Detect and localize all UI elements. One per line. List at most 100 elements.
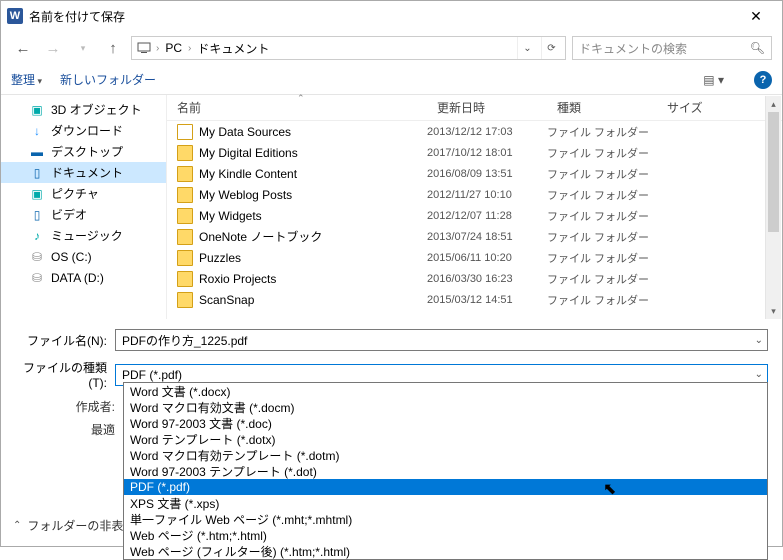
breadcrumb-pc[interactable]: PC — [163, 41, 184, 55]
file-date: 2013/07/24 18:51 — [427, 231, 547, 243]
sidebar-item[interactable]: ▯ ビデオ — [1, 204, 166, 225]
filetype-option[interactable]: XPS 文書 (*.xps) — [124, 495, 767, 511]
breadcrumb-documents[interactable]: ドキュメント — [195, 40, 271, 57]
nav-back-button[interactable]: ← — [11, 36, 35, 60]
sidebar-item-label: ダウンロード — [51, 122, 123, 139]
address-dropdown[interactable]: ⌄ — [517, 37, 537, 59]
file-type: ファイル フォルダー — [547, 208, 657, 224]
file-row[interactable]: My Digital Editions2017/10/12 18:01ファイル … — [167, 142, 782, 163]
sidebar-item[interactable]: ▯ドキュメント — [1, 162, 166, 183]
help-button[interactable]: ? — [754, 71, 772, 89]
filetype-option[interactable]: Word 97-2003 文書 (*.doc) — [124, 415, 767, 431]
file-row[interactable]: My Kindle Content2016/08/09 13:51ファイル フォ… — [167, 163, 782, 184]
file-date: 2016/03/30 16:23 — [427, 273, 547, 285]
column-date[interactable]: 更新日時 — [427, 99, 547, 116]
scroll-down-icon[interactable]: ▾ — [766, 303, 781, 319]
hide-folders-button[interactable]: フォルダーの非表示 — [27, 517, 135, 534]
column-name[interactable]: 名前 — [167, 99, 427, 116]
filetype-options-list: Word 文書 (*.docx)Word マクロ有効文書 (*.docm)Wor… — [123, 382, 768, 560]
scroll-up-icon[interactable]: ▴ — [766, 96, 781, 112]
refresh-button[interactable]: ⟳ — [541, 37, 561, 59]
chevron-up-icon[interactable]: ⌃ — [13, 520, 21, 531]
file-date: 2017/10/12 18:01 — [427, 147, 547, 159]
address-bar[interactable]: › PC › ドキュメント ⌄ ⟳ — [131, 36, 566, 60]
file-type: ファイル フォルダー — [547, 292, 657, 308]
sidebar: ▣ 3D オブジェクト ↓ダウンロード▬デスクトップ▯ドキュメント▣ピクチャ ▯ ビデオ… — [1, 95, 166, 319]
doc-icon: ▯ — [29, 165, 45, 181]
pc-icon — [136, 40, 152, 56]
search-input[interactable]: ドキュメントの検索 🔍︎ — [572, 36, 772, 60]
filetype-option[interactable]: 単一ファイル Web ページ (*.mht;*.mhtml) — [124, 511, 767, 527]
new-folder-button[interactable]: 新しいフォルダー — [60, 71, 156, 88]
folder-icon — [177, 229, 193, 245]
file-row[interactable]: My Weblog Posts2012/11/27 10:10ファイル フォルダ… — [167, 184, 782, 205]
file-name: My Weblog Posts — [199, 188, 427, 202]
file-date: 2013/12/12 17:03 — [427, 126, 547, 138]
drv-icon: ⛁ — [29, 249, 45, 265]
column-type[interactable]: 種類 — [547, 99, 657, 116]
filetype-option[interactable]: Web ページ (フィルター後) (*.htm;*.html) — [124, 543, 767, 559]
file-type: ファイル フォルダー — [547, 250, 657, 266]
folder-icon — [177, 124, 193, 140]
file-date: 2012/11/27 10:10 — [427, 189, 547, 201]
scroll-thumb[interactable] — [768, 112, 779, 232]
file-row[interactable]: ScanSnap2015/03/12 14:51ファイル フォルダー — [167, 289, 782, 310]
chevron-down-icon[interactable]: ⌄ — [755, 369, 763, 380]
folder-icon — [177, 187, 193, 203]
vid-icon: ▯ — [29, 207, 45, 223]
sidebar-item[interactable]: ▬デスクトップ — [1, 141, 166, 162]
file-date: 2015/03/12 14:51 — [427, 294, 547, 306]
cube-icon: ▣ — [29, 102, 45, 118]
file-type: ファイル フォルダー — [547, 166, 657, 182]
optimize-label: 最適 — [59, 421, 115, 438]
file-name: ScanSnap — [199, 293, 427, 307]
column-headers: ⌃ 名前 更新日時 種類 サイズ — [167, 95, 782, 121]
filetype-option[interactable]: Web ページ (*.htm;*.html) — [124, 527, 767, 543]
column-size[interactable]: サイズ — [657, 99, 782, 116]
chevron-down-icon[interactable]: ⌄ — [755, 335, 763, 346]
folder-icon — [177, 145, 193, 161]
file-row[interactable]: OneNote ノートブック2013/07/24 18:51ファイル フォルダー — [167, 226, 782, 247]
sidebar-item-label: OS (C:) — [51, 250, 92, 264]
file-row[interactable]: My Widgets2012/12/07 11:28ファイル フォルダー — [167, 205, 782, 226]
close-button[interactable]: ✕ — [736, 1, 776, 31]
sidebar-item[interactable]: ♪ミュージック — [1, 225, 166, 246]
file-date: 2015/06/11 10:20 — [427, 252, 547, 264]
filename-input[interactable]: PDFの作り方_1225.pdf ⌄ — [115, 329, 768, 351]
organize-button[interactable]: 整理 — [11, 71, 42, 88]
sidebar-item-label: ピクチャ — [51, 185, 99, 202]
sidebar-item[interactable]: ⛁ OS (C:) — [1, 246, 166, 267]
sidebar-item[interactable]: ▣ 3D オブジェクト — [1, 99, 166, 120]
filetype-option[interactable]: Word 文書 (*.docx) — [124, 383, 767, 399]
filetype-option[interactable]: Word マクロ有効テンプレート (*.dotm) — [124, 447, 767, 463]
sidebar-item[interactable]: ⛁DATA (D:) — [1, 267, 166, 288]
nav-forward-button[interactable]: → — [41, 36, 65, 60]
author-label: 作成者: — [59, 398, 115, 415]
file-row[interactable]: My Data Sources2013/12/12 17:03ファイル フォルダ… — [167, 121, 782, 142]
sidebar-item[interactable]: ▣ピクチャ — [1, 183, 166, 204]
filetype-option[interactable]: Word マクロ有効文書 (*.docm) — [124, 399, 767, 415]
sidebar-item-label: 3D オブジェクト — [51, 101, 142, 118]
folder-icon — [177, 166, 193, 182]
filetype-option[interactable]: Word 97-2003 テンプレート (*.dot) — [124, 463, 767, 479]
file-name: OneNote ノートブック — [199, 228, 427, 245]
file-row[interactable]: Puzzles2015/06/11 10:20ファイル フォルダー — [167, 247, 782, 268]
vertical-scrollbar[interactable]: ▴ ▾ — [765, 96, 781, 319]
file-name: My Kindle Content — [199, 167, 427, 181]
folder-icon — [177, 271, 193, 287]
folder-icon — [177, 250, 193, 266]
filename-label: ファイル名(N): — [15, 332, 115, 349]
nav-up-button[interactable]: ↑ — [101, 36, 125, 60]
file-row[interactable]: Roxio Projects2016/03/30 16:23ファイル フォルダー — [167, 268, 782, 289]
search-placeholder: ドキュメントの検索 — [579, 40, 687, 57]
file-name: Puzzles — [199, 251, 427, 265]
view-options-button[interactable]: ▤ ▾ — [703, 73, 724, 87]
folder-icon — [177, 208, 193, 224]
file-name: My Digital Editions — [199, 146, 427, 160]
nav-recent-dropdown[interactable]: ▾ — [71, 36, 95, 60]
sidebar-item-label: DATA (D:) — [51, 271, 104, 285]
sidebar-item-label: ビデオ — [51, 206, 87, 223]
filetype-option[interactable]: Word テンプレート (*.dotx) — [124, 431, 767, 447]
sidebar-item[interactable]: ↓ダウンロード — [1, 120, 166, 141]
filetype-option[interactable]: PDF (*.pdf) — [124, 479, 767, 495]
